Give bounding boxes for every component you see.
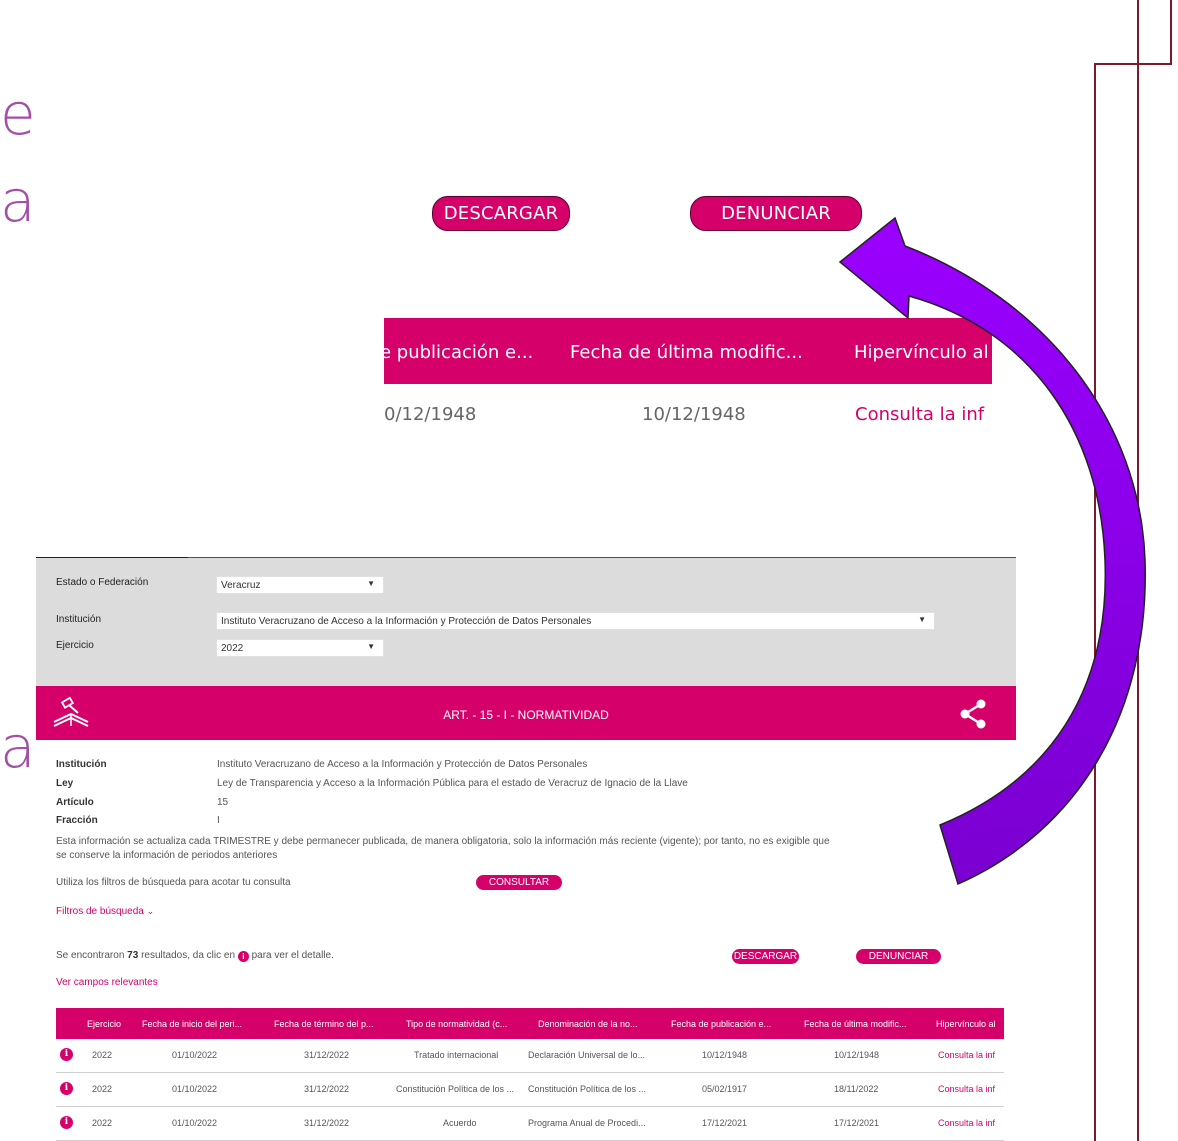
curved-arrow-annotation	[838, 216, 1146, 886]
